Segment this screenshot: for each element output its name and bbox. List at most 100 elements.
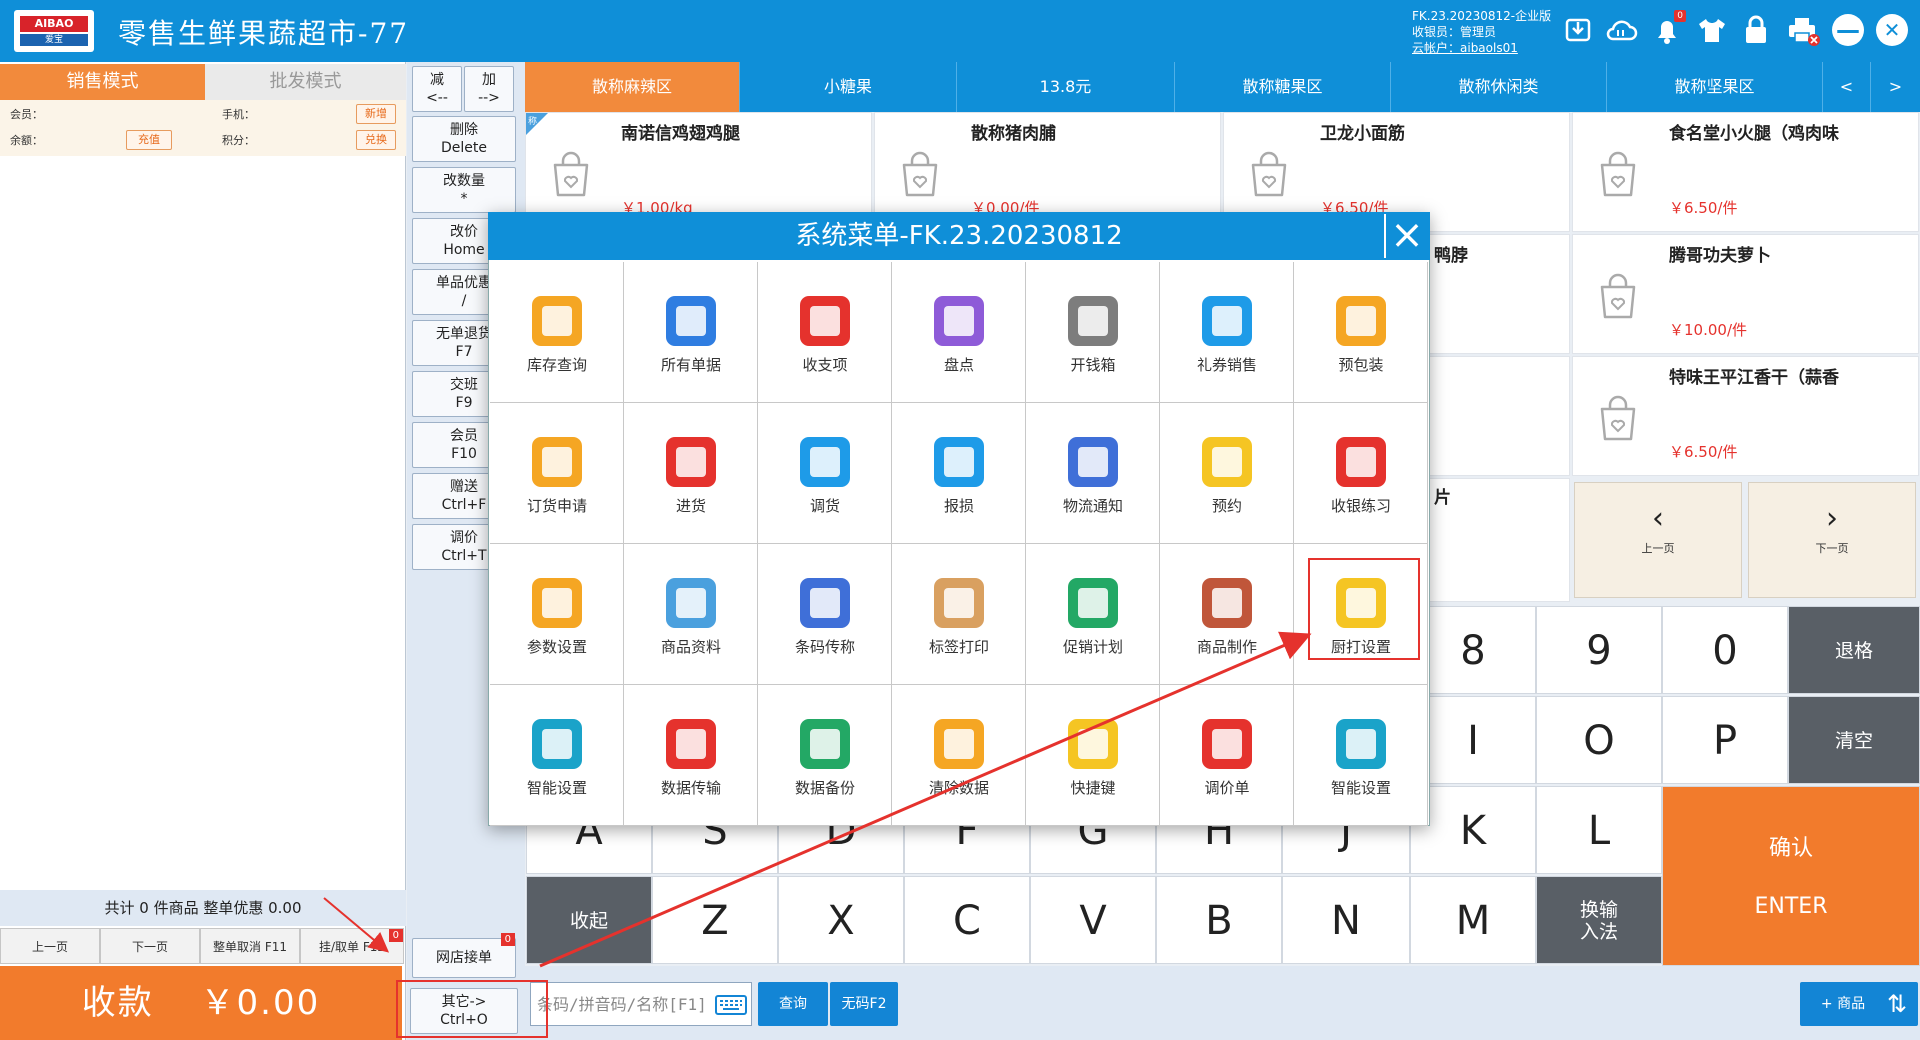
menu-item-product-info[interactable]: 商品资料 [624, 544, 758, 685]
cloud-sync-icon[interactable] [1604, 14, 1638, 46]
highlight-box-other-button [396, 980, 548, 1038]
menu-item-price-adjust-sheet[interactable]: 调价单 [1160, 685, 1294, 826]
key-v[interactable]: V [1030, 876, 1156, 964]
menu-item-smart-settings-2[interactable]: 智能设置 [1294, 685, 1428, 826]
key-n[interactable]: N [1282, 876, 1410, 964]
sort-toggle-icon[interactable]: ⇅ [1876, 982, 1918, 1026]
key-b[interactable]: B [1156, 876, 1282, 964]
category-next-button[interactable]: > [1871, 62, 1920, 112]
change-quantity-button[interactable]: 改数量 * [412, 167, 516, 213]
product-name: 散称猪肉脯 [971, 124, 1056, 144]
close-app-icon[interactable]: ✕ [1876, 14, 1908, 46]
menu-item-product-making[interactable]: 商品制作 [1160, 544, 1294, 685]
hang-order-button[interactable]: 挂/取单 F12 0 [300, 928, 404, 964]
category-tab[interactable]: 散称坚果区 [1607, 62, 1823, 112]
menu-item-pre-package[interactable]: 预包装 [1294, 262, 1428, 403]
dialog-close-icon[interactable]: × [1384, 214, 1428, 258]
recharge-button[interactable]: 充值 [126, 130, 172, 150]
decrease-button[interactable]: 减 <-- [412, 66, 462, 112]
query-button[interactable]: 查询 [758, 982, 828, 1026]
menu-item-purchase[interactable]: 进货 [624, 403, 758, 544]
menu-item-order-request[interactable]: 订货申请 [490, 403, 624, 544]
key-l[interactable]: L [1536, 786, 1662, 874]
category-tab[interactable]: 13.8元 [957, 62, 1175, 112]
tab-wholesale-mode[interactable]: 批发模式 [205, 64, 406, 100]
menu-item-voucher-sales[interactable]: 礼券销售 [1160, 262, 1294, 403]
checkout-button[interactable]: 收款 ￥0.00 [0, 966, 402, 1040]
keyboard-icon[interactable] [715, 995, 747, 1015]
category-tab[interactable]: 散称麻辣区 [525, 62, 740, 112]
product-name: 南诺信鸡翅鸡腿 [621, 124, 740, 144]
notification-bell-icon[interactable]: 0 [1652, 10, 1686, 46]
key-m[interactable]: M [1410, 876, 1536, 964]
menu-item-all-documents[interactable]: 所有单据 [624, 262, 758, 403]
lock-icon[interactable] [1742, 14, 1774, 46]
new-member-button[interactable]: 新增 [356, 104, 396, 124]
collapse-keyboard-key[interactable]: 收起 [526, 876, 652, 964]
backspace-key[interactable]: 退格 [1788, 606, 1920, 694]
switch-ime-key[interactable]: 换输 入法 [1536, 876, 1662, 964]
menu-item-promotion-plan[interactable]: 促销计划 [1026, 544, 1160, 685]
key-x[interactable]: X [778, 876, 904, 964]
cloud-account-link[interactable]: 云帐户：aibaols01 [1412, 40, 1551, 56]
menu-item-parameter-settings[interactable]: 参数设置 [490, 544, 624, 685]
menu-item-loss-report[interactable]: 报损 [892, 403, 1026, 544]
menu-item-reservation[interactable]: 预约 [1160, 403, 1294, 544]
skin-shirt-icon[interactable] [1696, 14, 1728, 46]
cart-prev-page-button[interactable]: 上一页 [0, 928, 100, 964]
menu-item-open-cash-drawer[interactable]: 开钱箱 [1026, 262, 1160, 403]
open-cash-drawer-icon [1068, 296, 1118, 346]
no-barcode-button[interactable]: 无码F2 [830, 982, 898, 1026]
next-page-label: 下一页 [1815, 542, 1849, 555]
export-icon[interactable] [1562, 14, 1594, 46]
key-p[interactable]: P [1662, 696, 1788, 784]
menu-item-smart-settings[interactable]: 智能设置 [490, 685, 624, 826]
key-o[interactable]: O [1536, 696, 1662, 784]
menu-item-clear-data[interactable]: 清除数据 [892, 685, 1026, 826]
menu-item-stocktake[interactable]: 盘点 [892, 262, 1026, 403]
order-request-icon [532, 437, 582, 487]
clear-key[interactable]: 清空 [1788, 696, 1920, 784]
increase-button[interactable]: 加 --> [464, 66, 514, 112]
category-tab[interactable]: 散称糖果区 [1175, 62, 1391, 112]
menu-item-data-transfer[interactable]: 数据传输 [624, 685, 758, 826]
menu-item-label: 预约 [1211, 497, 1242, 515]
menu-item-data-backup[interactable]: 数据备份 [758, 685, 892, 826]
delete-button[interactable]: 删除 Delete [412, 116, 516, 162]
product-placeholder-icon [553, 151, 589, 197]
key-9[interactable]: 9 [1536, 606, 1662, 694]
purchase-icon [666, 437, 716, 487]
menu-item-inventory-query[interactable]: 库存查询 [490, 262, 624, 403]
add-product-button[interactable]: + 商品 [1800, 982, 1886, 1026]
product-card[interactable]: 腾哥功夫萝卜 ￥10.00/件 [1572, 234, 1919, 354]
category-tab[interactable]: 小糖果 [740, 62, 957, 112]
menu-item-cashier-practice[interactable]: 收银练习 [1294, 403, 1428, 544]
key-0[interactable]: 0 [1662, 606, 1788, 694]
menu-item-shortcuts[interactable]: 快捷键 [1026, 685, 1160, 826]
product-next-page-button[interactable]: › 下一页 [1748, 482, 1916, 598]
menu-item-barcode-scale[interactable]: 条码传称 [758, 544, 892, 685]
product-price: ￥10.00/件 [1669, 321, 1747, 339]
product-prev-page-button[interactable]: ‹ 上一页 [1574, 482, 1742, 598]
minimize-icon[interactable]: — [1832, 14, 1864, 46]
product-placeholder-icon [1600, 151, 1636, 197]
printer-icon[interactable] [1786, 14, 1820, 46]
key-c[interactable]: C [904, 876, 1030, 964]
enter-key[interactable]: 确认 ENTER [1662, 786, 1920, 966]
category-tab[interactable]: 散称休闲类 [1391, 62, 1607, 112]
cart-next-page-button[interactable]: 下一页 [100, 928, 200, 964]
product-card[interactable]: 食名堂小火腿（鸡肉味 ￥6.50/件 [1572, 112, 1919, 232]
redeem-button[interactable]: 兑换 [356, 130, 396, 150]
online-orders-button[interactable]: 网店接单 0 [412, 933, 516, 978]
menu-item-income-expense[interactable]: 收支项 [758, 262, 892, 403]
barcode-search-input[interactable]: 条码/拼音码/名称[F1] [530, 982, 752, 1026]
tab-sales-mode[interactable]: 销售模式 [0, 64, 205, 100]
label-print-icon [934, 578, 984, 628]
menu-item-label-print[interactable]: 标签打印 [892, 544, 1026, 685]
cancel-order-button[interactable]: 整单取消 F11 [200, 928, 300, 964]
menu-item-transfer[interactable]: 调货 [758, 403, 892, 544]
menu-item-logistics-notice[interactable]: 物流通知 [1026, 403, 1160, 544]
product-card[interactable]: 特味王平江香干（蒜香 ￥6.50/件 [1572, 356, 1919, 476]
category-prev-button[interactable]: < [1823, 62, 1871, 112]
key-z[interactable]: Z [652, 876, 778, 964]
